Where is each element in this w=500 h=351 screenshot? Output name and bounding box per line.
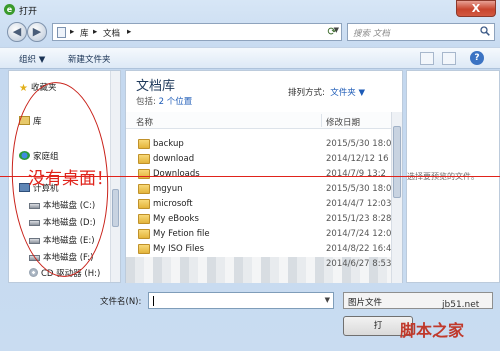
address-bar[interactable]: ▸ 库 ▸ 文档 ▸ ▼ xyxy=(52,23,342,41)
file-row[interactable]: download 2014/12/12 16 xyxy=(126,152,392,167)
refresh-icon[interactable]: ⟳ xyxy=(324,24,340,40)
organize-button[interactable]: 组织 ▼ xyxy=(19,53,45,65)
title-bar: e 打开 X xyxy=(0,0,500,20)
watermark-site: jb51.net xyxy=(442,300,480,310)
text-cursor xyxy=(153,296,154,306)
file-row-obscured[interactable]: 2014/6/27 8:53 xyxy=(126,257,392,283)
column-header-date[interactable]: 修改日期 xyxy=(326,116,360,128)
filename-label: 文件名(N): xyxy=(100,297,142,307)
breadcrumb-library[interactable]: 库 xyxy=(80,27,89,39)
browser-app-icon: e xyxy=(4,4,15,15)
column-header-name[interactable]: 名称 xyxy=(136,116,153,128)
arrange-by-dropdown[interactable]: 文件夹 ▼ xyxy=(330,88,365,98)
crumb-separator: ▸ xyxy=(70,27,75,37)
preview-pane-icon[interactable] xyxy=(442,52,456,65)
forward-button[interactable]: ▶ xyxy=(27,22,47,42)
folder-icon xyxy=(138,139,150,149)
library-includes: 包括: 2 个位置 xyxy=(136,97,193,107)
search-placeholder: 搜索 文档 xyxy=(353,29,390,39)
back-button[interactable]: ◀ xyxy=(7,22,27,42)
file-row[interactable]: Downloads 2014/7/9 13:2 xyxy=(126,167,392,182)
column-headers: 名称 修改日期 xyxy=(126,112,392,129)
search-input[interactable]: 搜索 文档 xyxy=(347,23,495,41)
file-row[interactable]: My ISO Files 2014/8/22 16:4 xyxy=(126,242,392,257)
watermark-name: 脚本之家 xyxy=(400,321,465,340)
column-divider[interactable] xyxy=(321,114,322,127)
filename-input[interactable]: ▼ xyxy=(148,292,334,309)
window-title: 打开 xyxy=(19,7,38,17)
breadcrumb-documents[interactable]: 文档 xyxy=(103,27,120,39)
file-row[interactable]: microsoft 2014/4/7 12:03 xyxy=(126,197,392,212)
file-row[interactable]: My eBooks 2015/1/23 8:28 xyxy=(126,212,392,227)
file-row[interactable]: My Fetion file 2014/7/24 12:0 xyxy=(126,227,392,242)
star-icon: ★ xyxy=(19,83,28,94)
new-folder-button[interactable]: 新建文件夹 xyxy=(68,53,111,65)
crumb-separator: ▸ xyxy=(93,27,98,37)
file-list-scrollbar-thumb[interactable] xyxy=(393,126,401,198)
folder-icon xyxy=(138,184,150,194)
folder-icon xyxy=(138,229,150,239)
folder-icon xyxy=(138,154,150,164)
library-locations-link[interactable]: 2 个位置 xyxy=(159,97,193,107)
close-button[interactable]: X xyxy=(456,0,496,17)
file-row[interactable]: mgyun 2015/5/30 18:0 xyxy=(126,182,392,197)
file-list-scrollbar[interactable] xyxy=(391,112,402,283)
cd-drive-icon xyxy=(29,268,38,277)
chevron-down-icon[interactable]: ▼ xyxy=(325,296,330,304)
annotation-text: 没有桌面！ xyxy=(28,169,113,189)
file-row[interactable]: backup 2015/5/30 18:0 xyxy=(126,137,392,152)
search-icon xyxy=(480,26,490,36)
command-toolbar: 组织 ▼ 新建文件夹 ? xyxy=(0,47,500,69)
folder-icon xyxy=(138,169,150,179)
folder-icon xyxy=(138,244,150,254)
navigation-bar: ◀ ▶ ▸ 库 ▸ 文档 ▸ ▼ ⟳ 搜索 文档 xyxy=(0,20,500,44)
crumb-separator: ▸ xyxy=(127,27,132,37)
folder-icon xyxy=(138,214,150,224)
library-title: 文档库 xyxy=(136,79,176,94)
folder-icon xyxy=(138,199,150,209)
change-view-icon[interactable] xyxy=(420,52,434,65)
help-icon[interactable]: ? xyxy=(470,51,484,65)
documents-icon xyxy=(57,27,66,38)
arrange-by: 排列方式: 文件夹 ▼ xyxy=(288,88,366,98)
nav-scrollbar-thumb[interactable] xyxy=(112,189,119,227)
